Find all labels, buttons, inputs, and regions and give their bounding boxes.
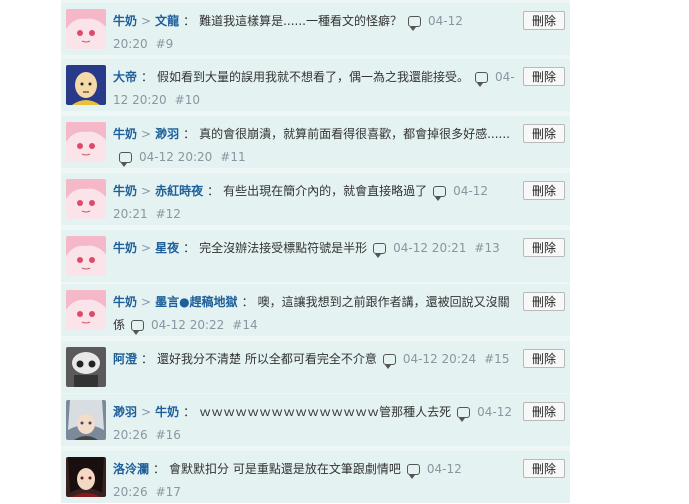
comment-body: 牛奶 > 墨言●趕稿地獄：噢，這讓我想到之前跟作者講，還被回說又沒關係 04-12 2… (113, 295, 510, 335)
author-link[interactable]: 大帝 (113, 70, 137, 84)
author-link[interactable]: 牛奶 (113, 295, 137, 309)
reply-target-link[interactable]: 牛奶 (155, 405, 179, 419)
comment-number: #10 (174, 93, 200, 107)
reply-bubble-icon[interactable] (382, 354, 396, 369)
delete-button[interactable]: 刪除 (523, 402, 565, 421)
comment-item: 洛泠瀾：會默默扣分 可是重點還是放在文筆跟劇情吧 04-12 20:26 #17 刪… (61, 451, 570, 503)
comment-body: 牛奶 > 文龍：難道我這樣算是......一種看文的怪癖？ 04-12 20:20 #9 (113, 14, 463, 51)
comment-text: 假如看到大量的誤用我就不想看了，偶一為之我還能接受。 (157, 70, 470, 84)
comment-text: 真的會很崩潰，就算前面看得很喜歡，都會掉很多好感...... (199, 127, 510, 141)
author-link[interactable]: 洛泠瀾 (113, 462, 149, 476)
comment-item: 渺羽 > 牛奶： ｗｗｗｗｗｗｗｗｗｗｗｗｗｗｗ管那種人去死 04-12 20:26 #1… (61, 394, 570, 446)
reply-bubble-icon[interactable] (433, 186, 447, 201)
delete-button[interactable]: 刪除 (523, 67, 565, 86)
reply-bubble-icon[interactable] (119, 152, 132, 167)
reply-bubble-icon[interactable] (457, 407, 471, 422)
delete-button[interactable]: 刪除 (523, 181, 565, 200)
delete-button[interactable]: 刪除 (523, 459, 565, 478)
reply-arrow: > (141, 127, 152, 141)
comment-body: 牛奶 > 赤紅時夜：有些出現在簡介內的，就會直接略過了 04-12 20:21 #12 (113, 184, 488, 221)
comment-body: 牛奶 > 星夜：完全沒辦法接受標點符號是半形 04-12 20:21 #13 (113, 241, 500, 258)
reply-arrow: > (141, 184, 152, 198)
reply-arrow: > (141, 241, 152, 255)
comment-item: 阿澄：還好我分不清楚 所以全都可看完全不介意 04-12 20:24 #15 刪除 (61, 341, 570, 393)
reply-arrow: > (141, 295, 152, 309)
comment-body: 大帝：假如看到大量的誤用我就不想看了，偶一為之我還能接受。 04-12 20:20… (113, 70, 515, 107)
reply-bubble-icon[interactable] (131, 320, 145, 335)
delete-button[interactable]: 刪除 (523, 292, 565, 311)
comment-date: 04-12 20:20 (139, 150, 213, 164)
author-link[interactable]: 渺羽 (113, 405, 137, 419)
reply-bubble-icon[interactable] (406, 464, 420, 479)
comment-date: 04-12 20:21 (393, 241, 467, 255)
avatar[interactable] (66, 457, 106, 497)
comment-number: #13 (474, 241, 500, 255)
comment-number: #11 (220, 150, 246, 164)
reply-arrow: > (141, 14, 152, 28)
reply-target-link[interactable]: 文龍 (155, 14, 179, 28)
author-link[interactable]: 阿澄 (113, 352, 137, 366)
comment-number: #15 (484, 352, 510, 366)
delete-button[interactable]: 刪除 (523, 349, 565, 368)
comment-text: 會默默扣分 可是重點還是放在文筆跟劇情吧 (169, 462, 401, 476)
author-link[interactable]: 牛奶 (113, 127, 137, 141)
avatar[interactable] (66, 347, 106, 387)
delete-button[interactable]: 刪除 (523, 124, 565, 143)
comment-number: #16 (155, 428, 181, 442)
avatar[interactable] (66, 65, 106, 105)
reply-bubble-icon[interactable] (408, 16, 421, 31)
comment-date: 04-12 20:22 (151, 318, 225, 332)
reply-bubble-icon[interactable] (373, 243, 387, 258)
author-link[interactable]: 牛奶 (113, 241, 137, 255)
comment-item: 牛奶 > 赤紅時夜：有些出現在簡介內的，就會直接略過了 04-12 20:21 #12 … (61, 173, 570, 225)
delete-button[interactable]: 刪除 (523, 11, 565, 30)
reply-arrow: > (141, 405, 152, 419)
comment-item: 牛奶 > 渺羽：真的會很崩潰，就算前面看得很喜歡，都會掉很多好感......04-1… (61, 116, 570, 168)
author-link[interactable]: 牛奶 (113, 184, 137, 198)
comment-number: #14 (232, 318, 258, 332)
comment-text: ｗｗｗｗｗｗｗｗｗｗｗｗｗｗｗ管那種人去死 (199, 405, 452, 419)
avatar[interactable] (66, 179, 106, 219)
comment-number: #12 (155, 207, 181, 221)
comment-item: 牛奶 > 文龍：難道我這樣算是......一種看文的怪癖？ 04-12 20:20 #9… (61, 3, 570, 55)
comment-body: 阿澄：還好我分不清楚 所以全都可看完全不介意 04-12 20:24 #15 (113, 352, 510, 369)
avatar[interactable] (66, 236, 106, 276)
reply-target-link[interactable]: 墨言●趕稿地獄 (155, 295, 237, 309)
comment-body: 洛泠瀾：會默默扣分 可是重點還是放在文筆跟劇情吧 04-12 20:26 #17 (113, 462, 462, 499)
comment-number: #9 (155, 37, 174, 51)
reply-target-link[interactable]: 星夜 (155, 241, 179, 255)
comment-body: 牛奶 > 渺羽：真的會很崩潰，就算前面看得很喜歡，都會掉很多好感......04-1… (113, 127, 510, 167)
delete-button[interactable]: 刪除 (523, 238, 565, 257)
reply-bubble-icon[interactable] (475, 72, 489, 87)
comment-text: 完全沒辦法接受標點符號是半形 (199, 241, 368, 255)
avatar[interactable] (66, 400, 106, 440)
comment-date: 04-12 20:24 (402, 352, 477, 366)
comment-item: 牛奶 > 墨言●趕稿地獄：噢，這讓我想到之前跟作者講，還被回說又沒關係 04-12 2… (61, 284, 570, 336)
avatar[interactable] (66, 122, 106, 162)
avatar[interactable] (66, 9, 106, 49)
reply-target-link[interactable]: 赤紅時夜 (155, 184, 203, 198)
comment-text: 有些出現在簡介內的，就會直接略過了 (223, 184, 428, 198)
comment-item: 牛奶 > 星夜：完全沒辦法接受標點符號是半形 04-12 20:21 #13 刪除 (61, 230, 570, 282)
reply-target-link[interactable]: 渺羽 (155, 127, 179, 141)
comment-number: #17 (155, 485, 181, 499)
comment-text: 還好我分不清楚 所以全都可看完全不介意 (157, 352, 377, 366)
comment-text: 難道我這樣算是......一種看文的怪癖？ (199, 14, 402, 28)
comment-item: 大帝：假如看到大量的誤用我就不想看了，偶一為之我還能接受。 04-12 20:20… (61, 59, 570, 111)
comment-body: 渺羽 > 牛奶： ｗｗｗｗｗｗｗｗｗｗｗｗｗｗｗ管那種人去死 04-12 20:26 #1… (113, 405, 512, 442)
author-link[interactable]: 牛奶 (113, 14, 137, 28)
avatar[interactable] (66, 290, 106, 330)
